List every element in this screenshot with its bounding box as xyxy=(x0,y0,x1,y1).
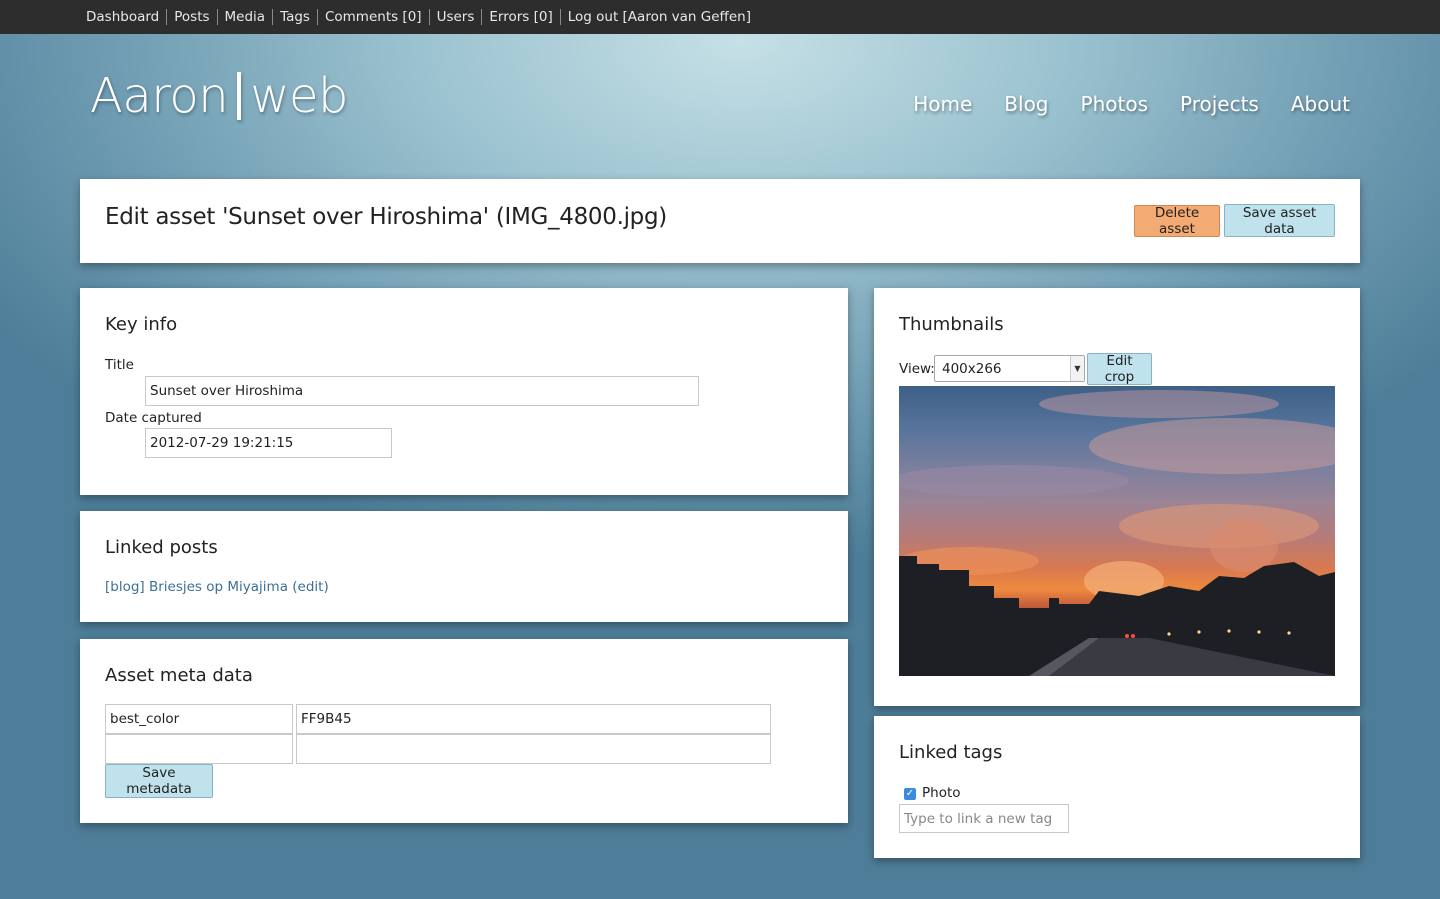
edit-crop-button[interactable]: Edit crop xyxy=(1087,353,1152,385)
logo-separator xyxy=(237,72,242,120)
nav-home[interactable]: Home xyxy=(913,92,972,116)
tag-photo-label: Photo xyxy=(922,785,961,801)
asset-meta-heading: Asset meta data xyxy=(105,665,253,686)
date-captured-input[interactable]: 2012-07-29 19:21:15 xyxy=(145,428,392,458)
page-header-panel: Edit asset 'Sunset over Hiroshima' (IMG_… xyxy=(80,179,1360,263)
save-asset-button[interactable]: Save asset data xyxy=(1224,204,1335,237)
admin-bar: Dashboard Posts Media Tags Comments [0] … xyxy=(0,0,1440,34)
linked-posts-panel: Linked posts [blog] Briesjes op Miyajima… xyxy=(80,511,848,622)
thumbnails-panel: Thumbnails View: 400x266 ▼ Edit crop xyxy=(874,288,1360,706)
view-label: View: xyxy=(899,361,935,377)
page-title: Edit asset 'Sunset over Hiroshima' (IMG_… xyxy=(105,204,667,230)
title-label: Title xyxy=(105,357,134,373)
chevron-down-icon: ▼ xyxy=(1070,356,1084,381)
thumbnail-size-select[interactable]: 400x266 ▼ xyxy=(934,355,1085,382)
admin-link-logout[interactable]: Log out [Aaron van Geffen] xyxy=(559,9,758,25)
nav-blog[interactable]: Blog xyxy=(1004,92,1048,116)
key-info-panel: Key info Title Sunset over Hiroshima Dat… xyxy=(80,288,848,495)
nav-photos[interactable]: Photos xyxy=(1081,92,1148,116)
nav-projects[interactable]: Projects xyxy=(1180,92,1259,116)
linked-post-link[interactable]: [blog] Briesjes op Miyajima (edit) xyxy=(105,579,329,595)
site-logo[interactable]: Aaron web xyxy=(90,68,348,124)
save-metadata-button[interactable]: Save metadata xyxy=(105,764,213,798)
thumbnail-image xyxy=(899,386,1335,676)
admin-link-tags[interactable]: Tags xyxy=(272,9,317,25)
nav-about[interactable]: About xyxy=(1291,92,1350,116)
delete-asset-button[interactable]: Delete asset xyxy=(1134,205,1220,237)
meta-value-input[interactable] xyxy=(296,734,771,764)
linked-posts-heading: Linked posts xyxy=(105,537,218,558)
admin-link-dashboard[interactable]: Dashboard xyxy=(79,9,166,25)
asset-meta-panel: Asset meta data best_color FF9B45 Save m… xyxy=(80,639,848,823)
meta-key-input[interactable]: best_color xyxy=(105,704,293,734)
linked-tags-panel: Linked tags ✓ Photo Type to link a new t… xyxy=(874,716,1360,858)
date-captured-label: Date captured xyxy=(105,410,202,426)
key-info-heading: Key info xyxy=(105,314,178,335)
admin-link-posts[interactable]: Posts xyxy=(166,9,216,25)
linked-tags-heading: Linked tags xyxy=(899,742,1003,763)
admin-link-media[interactable]: Media xyxy=(216,9,273,25)
meta-key-input[interactable] xyxy=(105,734,293,764)
thumbnail-size-value: 400x266 xyxy=(942,360,1002,377)
logo-text-left: Aaron xyxy=(90,68,229,124)
tag-photo-checkbox[interactable]: ✓ xyxy=(904,788,916,800)
title-input[interactable]: Sunset over Hiroshima xyxy=(145,376,699,406)
main-nav: Home Blog Photos Projects About xyxy=(881,92,1350,116)
new-tag-input[interactable]: Type to link a new tag xyxy=(899,804,1069,833)
meta-value-input[interactable]: FF9B45 xyxy=(296,704,771,734)
thumbnails-heading: Thumbnails xyxy=(899,314,1004,335)
admin-link-errors[interactable]: Errors [0] xyxy=(481,9,559,25)
admin-menu: Dashboard Posts Media Tags Comments [0] … xyxy=(0,0,1440,34)
admin-link-users[interactable]: Users xyxy=(428,9,482,25)
logo-text-right: web xyxy=(250,68,348,124)
admin-link-comments[interactable]: Comments [0] xyxy=(316,9,429,25)
sunset-photo-graphic xyxy=(899,390,1335,676)
